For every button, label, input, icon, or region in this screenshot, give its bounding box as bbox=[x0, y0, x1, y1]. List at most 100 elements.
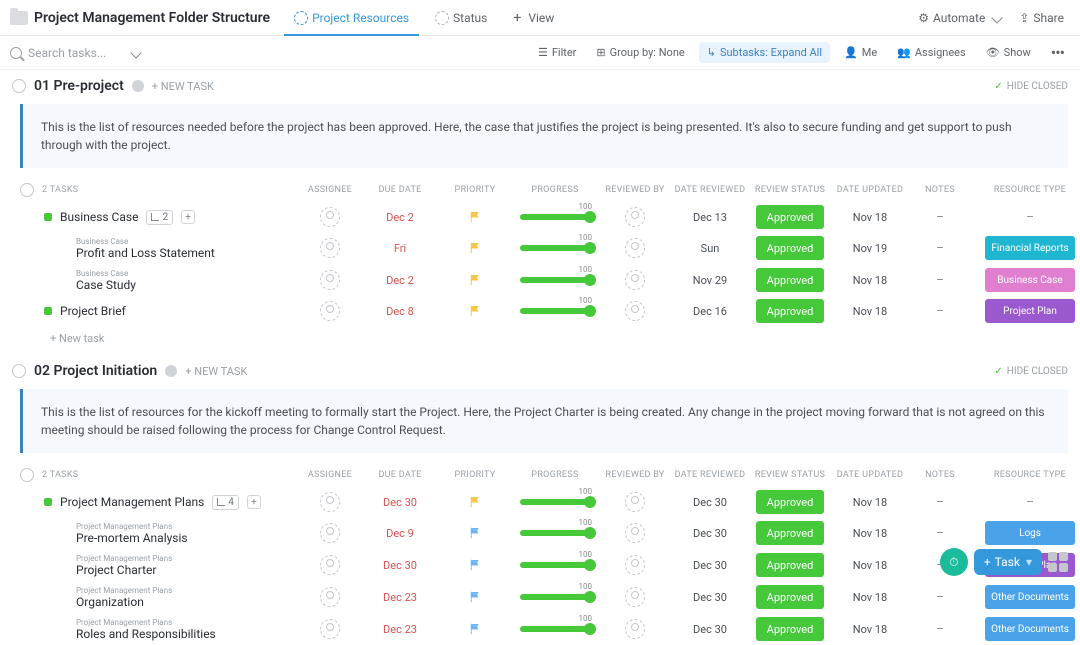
collapse-icon[interactable] bbox=[12, 79, 26, 93]
notes-cell[interactable]: – bbox=[936, 273, 944, 287]
col-header[interactable]: REVIEW STATUS bbox=[750, 470, 830, 480]
share-button[interactable]: ⇪ Share bbox=[1013, 7, 1070, 29]
due-date[interactable]: Fri bbox=[394, 242, 406, 255]
assignees-button[interactable]: 👥Assignees bbox=[891, 43, 972, 62]
progress-bar[interactable]: 100 bbox=[520, 499, 590, 505]
col-header[interactable]: NOTES bbox=[910, 185, 970, 195]
progress-bar[interactable]: 100 bbox=[520, 626, 590, 632]
reviewer-placeholder[interactable] bbox=[625, 555, 645, 575]
review-status[interactable]: Approved bbox=[756, 490, 824, 514]
assignee-placeholder[interactable] bbox=[320, 492, 340, 512]
tag[interactable]: Business Case bbox=[985, 268, 1075, 292]
due-date[interactable]: Dec 2 bbox=[386, 274, 414, 287]
priority-flag[interactable] bbox=[469, 211, 481, 223]
col-header[interactable]: PROGRESS bbox=[510, 470, 600, 480]
priority-flag[interactable] bbox=[469, 274, 481, 286]
col-header[interactable]: RESOURCE TYPE bbox=[970, 185, 1080, 195]
review-status[interactable]: Approved bbox=[756, 521, 824, 545]
due-date[interactable]: Dec 30 bbox=[383, 496, 417, 509]
tag[interactable]: Project Plan bbox=[985, 299, 1075, 323]
apps-button[interactable] bbox=[1048, 552, 1068, 572]
task-name-cell[interactable]: Business Case Profit and Loss Statement bbox=[20, 237, 300, 260]
priority-flag[interactable] bbox=[469, 559, 481, 571]
col-header[interactable]: PROGRESS bbox=[510, 185, 600, 195]
due-date[interactable]: Dec 23 bbox=[383, 623, 417, 636]
col-header[interactable]: ASSIGNEE bbox=[300, 185, 360, 195]
table-row[interactable]: Project Management Plans Project Charter… bbox=[20, 549, 1068, 581]
timer-button[interactable]: ⏱ bbox=[940, 548, 968, 576]
assignee-placeholder[interactable] bbox=[320, 301, 340, 321]
me-button[interactable]: 👤Me bbox=[838, 43, 883, 62]
table-row[interactable]: Project Management Plans Pre-mortem Anal… bbox=[20, 517, 1068, 549]
task-name-cell[interactable]: Business Case 2+ bbox=[20, 210, 300, 225]
assignee-placeholder[interactable] bbox=[320, 555, 340, 575]
subtasks-button[interactable]: ↳Subtasks: Expand All bbox=[699, 42, 830, 63]
task-name-cell[interactable]: Project Management Plans 4+ bbox=[20, 495, 300, 510]
col-header[interactable]: REVIEW STATUS bbox=[750, 185, 830, 195]
progress-bar[interactable]: 100 bbox=[520, 562, 590, 568]
table-row[interactable]: Project Brief Dec 8 100 Dec 16 Approved … bbox=[20, 296, 1068, 326]
priority-flag[interactable] bbox=[469, 305, 481, 317]
notes-cell[interactable]: – bbox=[936, 210, 944, 224]
add-task-row[interactable]: + New task bbox=[50, 326, 1068, 355]
assignee-placeholder[interactable] bbox=[320, 587, 340, 607]
priority-flag[interactable] bbox=[469, 496, 481, 508]
hide-closed-toggle[interactable]: ✓HIDE CLOSED bbox=[994, 366, 1068, 377]
notes-cell[interactable]: – bbox=[936, 590, 944, 604]
subtask-count[interactable]: 2 bbox=[146, 210, 173, 225]
col-header[interactable]: NOTES bbox=[910, 470, 970, 480]
reviewer-placeholder[interactable] bbox=[625, 270, 645, 290]
subtask-count[interactable]: 4 bbox=[212, 495, 239, 510]
review-status[interactable]: Approved bbox=[756, 585, 824, 609]
reviewer-placeholder[interactable] bbox=[625, 587, 645, 607]
collapse-icon[interactable] bbox=[12, 364, 26, 378]
notes-cell[interactable]: – bbox=[936, 495, 944, 509]
progress-bar[interactable]: 100 bbox=[520, 530, 590, 536]
due-date[interactable]: Dec 8 bbox=[386, 305, 414, 318]
review-status[interactable]: Approved bbox=[756, 205, 824, 229]
new-task-link[interactable]: + NEW TASK bbox=[185, 365, 247, 378]
col-header[interactable]: DATE UPDATED bbox=[830, 185, 910, 195]
reviewer-placeholder[interactable] bbox=[625, 301, 645, 321]
assignee-placeholder[interactable] bbox=[320, 207, 340, 227]
task-name-cell[interactable]: Business Case Case Study bbox=[20, 269, 300, 292]
notes-cell[interactable]: – bbox=[936, 241, 944, 255]
priority-flag[interactable] bbox=[469, 623, 481, 635]
add-subtask-button[interactable]: + bbox=[181, 210, 195, 224]
assignee-placeholder[interactable] bbox=[320, 619, 340, 639]
tag[interactable]: Logs bbox=[985, 521, 1075, 545]
groupby-button[interactable]: ⊞Group by: None bbox=[590, 43, 690, 62]
filter-button[interactable]: ☰Filter bbox=[532, 43, 582, 62]
new-task-button[interactable]: +Task▾ bbox=[974, 549, 1042, 575]
review-status[interactable]: Approved bbox=[756, 236, 824, 260]
reviewer-placeholder[interactable] bbox=[625, 492, 645, 512]
due-date[interactable]: Dec 9 bbox=[386, 527, 414, 540]
progress-bar[interactable]: 100 bbox=[520, 245, 590, 251]
add-view-button[interactable]: + View bbox=[503, 0, 564, 36]
table-row[interactable]: Business Case Profit and Loss Statement … bbox=[20, 232, 1068, 264]
col-header[interactable]: DUE DATE bbox=[360, 470, 440, 480]
info-icon[interactable] bbox=[165, 365, 177, 377]
assignee-placeholder[interactable] bbox=[320, 523, 340, 543]
tab-project-resources[interactable]: Project Resources bbox=[284, 0, 419, 36]
reviewer-placeholder[interactable] bbox=[625, 619, 645, 639]
task-name-cell[interactable]: Project Management Plans Organization bbox=[20, 586, 300, 609]
col-header[interactable]: DATE UPDATED bbox=[830, 470, 910, 480]
automate-button[interactable]: ⚙ Automate bbox=[912, 7, 1007, 29]
priority-flag[interactable] bbox=[469, 527, 481, 539]
search-input[interactable]: Search tasks... bbox=[10, 46, 140, 60]
review-status[interactable]: Approved bbox=[756, 268, 824, 292]
table-row[interactable]: Project Management Plans Roles and Respo… bbox=[20, 613, 1068, 645]
col-header[interactable]: REVIEWED BY bbox=[600, 185, 670, 195]
table-row[interactable]: Project Management Plans 4+ Dec 30 100 D… bbox=[20, 487, 1068, 517]
review-status[interactable]: Approved bbox=[756, 299, 824, 323]
col-header[interactable]: REVIEWED BY bbox=[600, 470, 670, 480]
review-status[interactable]: Approved bbox=[756, 553, 824, 577]
col-header[interactable]: PRIORITY bbox=[440, 185, 510, 195]
tag[interactable]: Other Documents bbox=[985, 617, 1075, 641]
col-header[interactable]: ASSIGNEE bbox=[300, 470, 360, 480]
add-subtask-button[interactable]: + bbox=[247, 495, 261, 509]
notes-cell[interactable]: – bbox=[936, 304, 944, 318]
col-header[interactable]: PRIORITY bbox=[440, 470, 510, 480]
table-row[interactable]: Business Case 2+ Dec 2 100 Dec 13 Approv… bbox=[20, 202, 1068, 232]
